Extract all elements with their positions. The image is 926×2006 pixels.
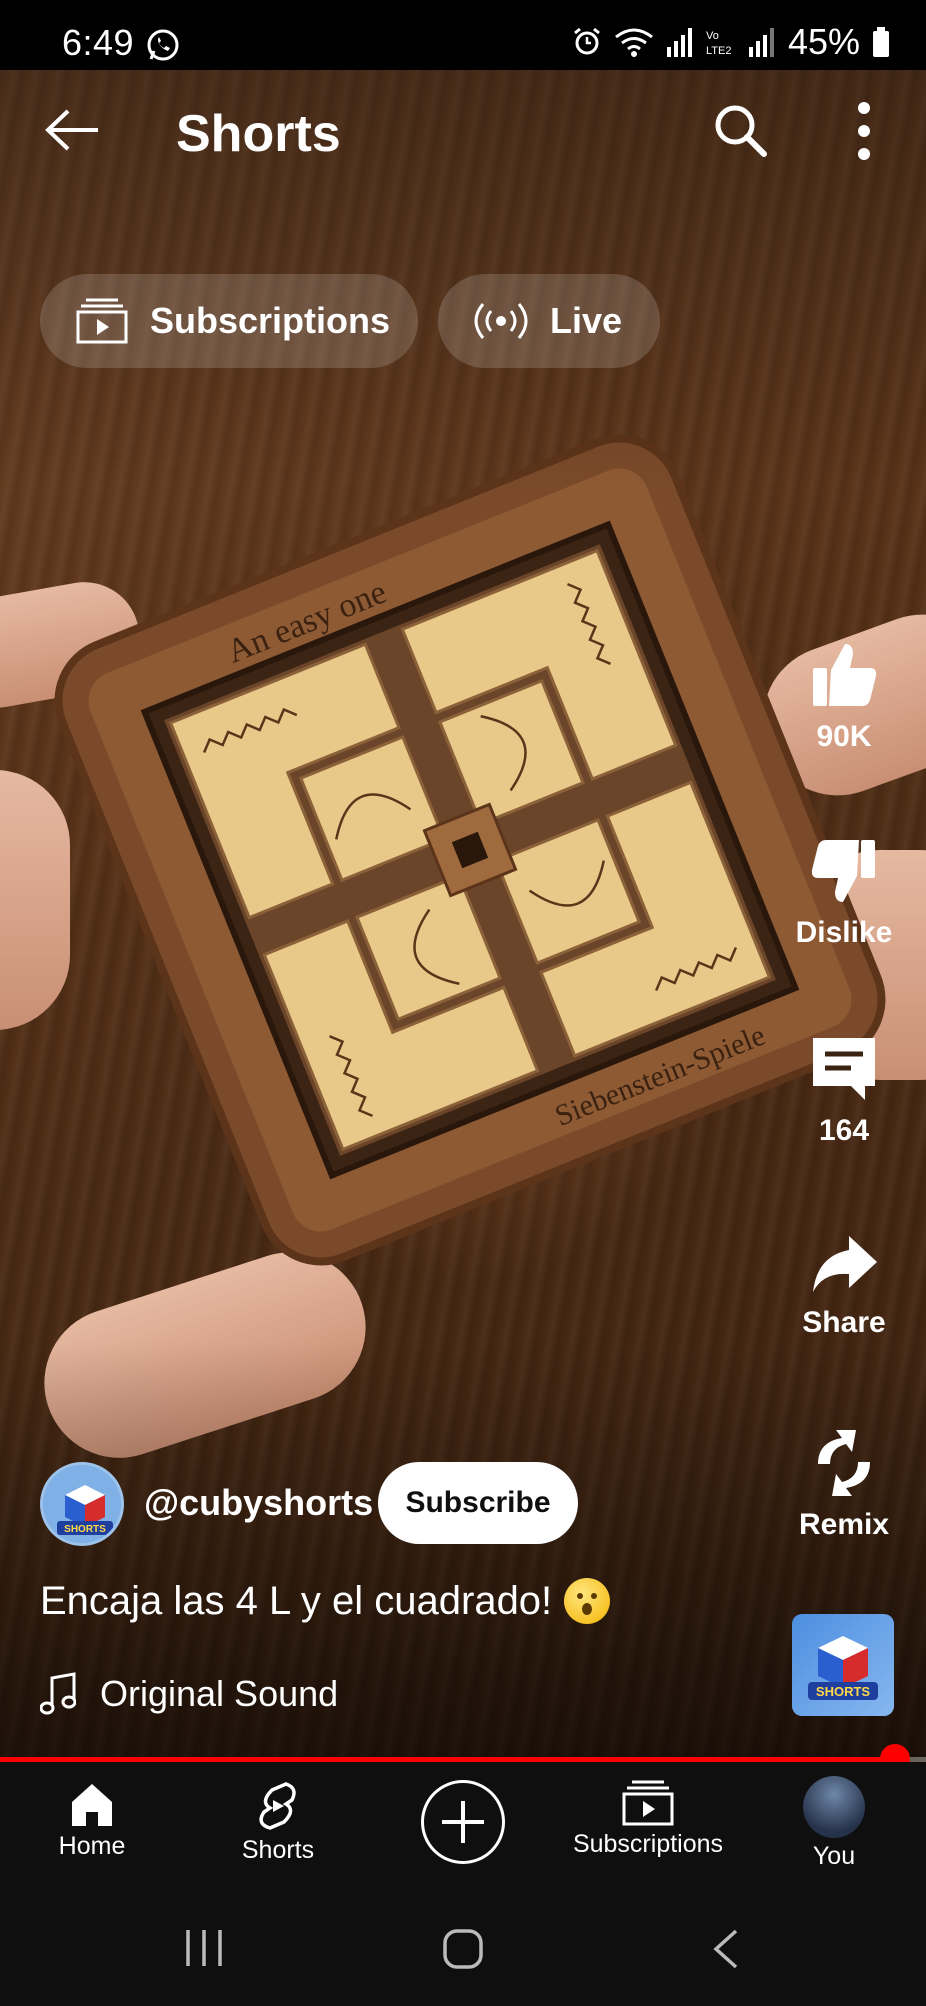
chip-live[interactable]: Live (438, 274, 660, 368)
dislike-button[interactable]: Dislike (764, 836, 924, 950)
bottom-nav: Home Shorts Subscriptions You (0, 1762, 926, 1892)
comment-icon (813, 1038, 875, 1100)
comments-button[interactable]: 164 (764, 1034, 924, 1148)
signal-icon (748, 28, 774, 57)
thumbs-down-icon (811, 840, 875, 902)
nav-shorts[interactable]: Shorts (178, 1762, 378, 1865)
svg-text:LTE2: LTE2 (706, 45, 731, 57)
status-bar: 6:49 Vo LTE2 45% (0, 0, 926, 70)
wifi-icon (615, 28, 653, 57)
whatsapp-icon (147, 29, 179, 61)
subscriptions-icon (76, 298, 128, 344)
nav-home-label: Home (58, 1832, 126, 1860)
share-arrow-icon (813, 1236, 877, 1292)
volte-icon: Vo LTE2 (706, 30, 731, 57)
svg-text:Vo: Vo (706, 30, 719, 42)
subscribe-button[interactable]: Subscribe (378, 1462, 578, 1544)
remix-button[interactable]: Remix (764, 1428, 924, 1542)
battery-percent: 45% (787, 21, 860, 62)
like-count: 90K (816, 720, 872, 753)
create-plus-icon (442, 1801, 484, 1843)
page-title: Shorts (176, 105, 341, 163)
share-label: Share (802, 1306, 886, 1339)
remix-icon (818, 1430, 870, 1496)
battery-icon (873, 27, 889, 57)
live-broadcast-icon (474, 303, 528, 339)
share-button[interactable]: Share (764, 1232, 924, 1340)
nav-you-label: You (812, 1842, 856, 1870)
chip-subscriptions-label: Subscriptions (150, 300, 391, 341)
channel-avatar[interactable]: SHORTS (40, 1462, 124, 1546)
home-icon (72, 1784, 112, 1826)
sound-thumb-text: SHORTS (816, 1684, 871, 1699)
system-nav-bar (0, 1892, 926, 2006)
channel-handle[interactable]: @cubyshorts (144, 1482, 373, 1524)
search-icon[interactable] (712, 102, 768, 158)
sound-row[interactable]: Original Sound (40, 1672, 338, 1716)
thumbs-up-icon (813, 644, 877, 706)
nav-you[interactable]: You (734, 1762, 926, 1871)
recents-icon[interactable] (184, 1928, 224, 1968)
back-arrow-icon[interactable] (44, 108, 100, 152)
dislike-label: Dislike (795, 916, 893, 949)
avatar-icon (803, 1776, 865, 1838)
alarm-icon (574, 27, 600, 55)
nav-home[interactable]: Home (0, 1762, 192, 1861)
comment-count: 164 (818, 1114, 870, 1147)
video-caption[interactable]: Encaja las 4 L y el cuadrado! (40, 1578, 611, 1624)
sound-label: Original Sound (100, 1673, 339, 1714)
status-time: 6:49 (62, 22, 135, 63)
subscriptions-icon (622, 1780, 674, 1826)
back-chevron-icon[interactable] (710, 1928, 740, 1970)
rubiks-cube-thumb-icon: SHORTS (808, 1636, 878, 1700)
home-circle-icon[interactable] (442, 1928, 484, 1970)
shorts-icon (259, 1782, 296, 1830)
like-button[interactable]: 90K (764, 640, 924, 754)
chip-subscriptions[interactable]: Subscriptions (40, 274, 418, 368)
remix-label: Remix (798, 1508, 890, 1541)
status-icons: Vo LTE2 45% (572, 21, 890, 62)
nav-subscriptions-label: Subscriptions (572, 1830, 724, 1858)
music-note-icon (40, 1672, 76, 1715)
create-button[interactable] (421, 1780, 505, 1864)
signal-icon (666, 28, 692, 57)
caption-text: Encaja las 4 L y el cuadrado! (40, 1578, 553, 1623)
chip-live-label: Live (550, 300, 623, 341)
surprised-face-emoji-icon (564, 1578, 611, 1624)
sound-thumbnail[interactable]: SHORTS (792, 1614, 894, 1716)
more-vert-icon[interactable] (850, 100, 878, 162)
nav-subscriptions[interactable]: Subscriptions (548, 1762, 748, 1859)
nav-shorts-label: Shorts (241, 1836, 315, 1864)
channel-avatar-text: SHORTS (64, 1524, 106, 1535)
